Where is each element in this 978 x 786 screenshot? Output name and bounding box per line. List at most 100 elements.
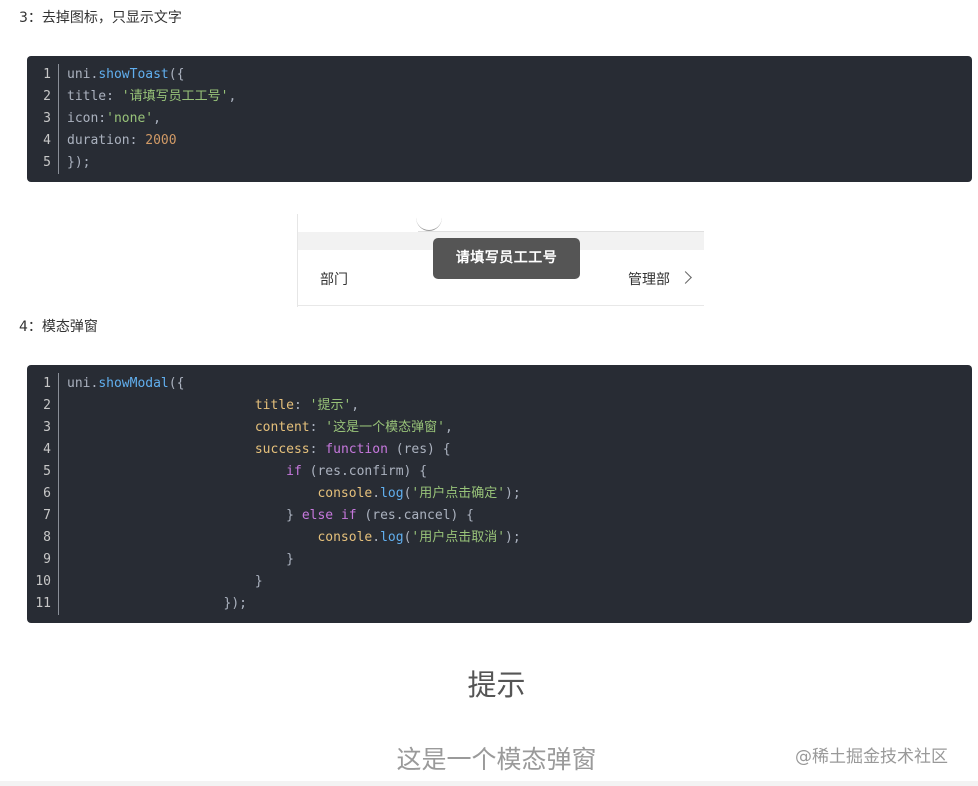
line-number: 3 bbox=[43, 420, 51, 435]
line-number: 11 bbox=[35, 596, 51, 611]
loading-arc-icon bbox=[416, 204, 442, 231]
line-number: 2 bbox=[43, 398, 51, 413]
code-text: success: function (res) { bbox=[67, 439, 451, 461]
line-number: 1 bbox=[43, 376, 51, 391]
modal-title: 提示 bbox=[467, 668, 526, 702]
code-text: content: '这是一个模态弹窗', bbox=[67, 417, 453, 439]
code-token: '提示' bbox=[309, 398, 352, 413]
code-token: if bbox=[340, 508, 357, 523]
line-number: 5 bbox=[43, 464, 51, 479]
code-token: '用户点击确定' bbox=[411, 486, 506, 501]
department-value[interactable]: 管理部 bbox=[628, 269, 670, 289]
code-token: '请填写员工工号' bbox=[121, 89, 229, 104]
code-token: function bbox=[325, 442, 388, 457]
line-number: 4 bbox=[43, 133, 51, 148]
code-text: }); bbox=[67, 152, 90, 174]
code-token: . bbox=[372, 530, 381, 545]
code-token: ({ bbox=[168, 376, 185, 391]
line-number: 10 bbox=[35, 574, 51, 589]
code-token: : bbox=[293, 398, 310, 413]
code-token: '这是一个模态弹窗' bbox=[325, 420, 445, 435]
section-heading-4: 4：模态弹窗 bbox=[19, 319, 98, 335]
code-token: ); bbox=[505, 530, 521, 545]
code-block-showtoast[interactable]: 1 uni.showToast({ 2 title: '请填写员工工号', 3 icon:… bbox=[27, 56, 972, 182]
line-number: 3 bbox=[43, 111, 51, 126]
code-token: title bbox=[254, 398, 294, 413]
code-token: , bbox=[228, 89, 237, 104]
line-number: 6 bbox=[43, 486, 51, 501]
code-token: : bbox=[309, 442, 326, 457]
line-number: 7 bbox=[43, 508, 51, 523]
code-token: , bbox=[153, 111, 161, 126]
code-text: duration: 2000 bbox=[67, 130, 177, 152]
code-token: , bbox=[444, 420, 453, 435]
divider bbox=[298, 305, 704, 306]
line-number: 5 bbox=[43, 155, 51, 170]
code-token: . bbox=[372, 486, 381, 501]
modal-content: 这是一个模态弹窗 bbox=[396, 745, 597, 774]
code-text: uni.showToast({ bbox=[67, 64, 184, 86]
code-token: 2000 bbox=[145, 133, 177, 148]
code-token: : bbox=[309, 420, 326, 435]
line-number: 1 bbox=[43, 67, 51, 82]
code-token: } bbox=[286, 508, 302, 523]
code-token: ({ bbox=[168, 67, 185, 82]
code-text: if (res.confirm) { bbox=[67, 461, 427, 483]
line-number: 8 bbox=[43, 530, 51, 545]
code-token: uni. bbox=[67, 376, 99, 391]
code-token: '用户点击取消' bbox=[411, 530, 506, 545]
code-text: title: '请填写员工工号', bbox=[67, 86, 236, 108]
code-token: (res.cancel) { bbox=[356, 508, 475, 523]
code-token: log bbox=[380, 530, 404, 545]
toast-message: 请填写员工工号 bbox=[433, 238, 580, 279]
section-heading-3: 3：去掉图标，只显示文字 bbox=[19, 10, 182, 26]
code-token: uni. bbox=[67, 67, 99, 82]
code-token: log bbox=[380, 486, 404, 501]
bottom-strip bbox=[0, 781, 978, 786]
code-token: icon: bbox=[67, 111, 107, 126]
code-token: } bbox=[67, 552, 294, 567]
code-token: title: bbox=[67, 89, 122, 104]
code-text: } bbox=[67, 549, 294, 571]
toast-preview: 部门 管理部 请填写员工工号 bbox=[297, 214, 704, 307]
code-token: success bbox=[254, 442, 310, 457]
code-token: ); bbox=[505, 486, 521, 501]
code-token: duration: bbox=[67, 133, 146, 148]
gutter-divider bbox=[58, 373, 59, 615]
code-token: (res.confirm) { bbox=[301, 464, 428, 479]
code-block-showmodal[interactable]: 1 uni.showModal({ 2 title: '提示', 3 content:… bbox=[27, 365, 972, 623]
line-number: 9 bbox=[43, 552, 51, 567]
line-number: 2 bbox=[43, 89, 51, 104]
code-text: } else if (res.cancel) { bbox=[67, 505, 474, 527]
code-text: uni.showModal({ bbox=[67, 373, 184, 395]
code-token: showToast bbox=[98, 67, 169, 82]
line-number: 4 bbox=[43, 442, 51, 457]
department-label: 部门 bbox=[320, 272, 348, 288]
code-token: if bbox=[286, 464, 302, 479]
code-text: }); bbox=[67, 593, 247, 615]
modal-preview: 提示 这是一个模态弹窗 bbox=[300, 640, 700, 786]
code-token: 'none' bbox=[106, 111, 154, 126]
code-token: , bbox=[351, 398, 360, 413]
code-token: }); bbox=[67, 596, 248, 611]
code-token: console bbox=[317, 530, 373, 545]
watermark: @稀土掘金技术社区 bbox=[795, 747, 948, 767]
gutter-divider bbox=[58, 64, 59, 174]
code-token: } bbox=[67, 574, 263, 589]
chevron-right-icon[interactable] bbox=[679, 271, 692, 284]
code-text: console.log('用户点击确定'); bbox=[67, 483, 521, 505]
code-text: title: '提示', bbox=[67, 395, 359, 417]
code-token: content bbox=[254, 420, 310, 435]
code-token: }); bbox=[67, 155, 91, 170]
code-token: (res) { bbox=[387, 442, 451, 457]
code-token: else bbox=[301, 508, 334, 523]
code-text: } bbox=[67, 571, 263, 593]
